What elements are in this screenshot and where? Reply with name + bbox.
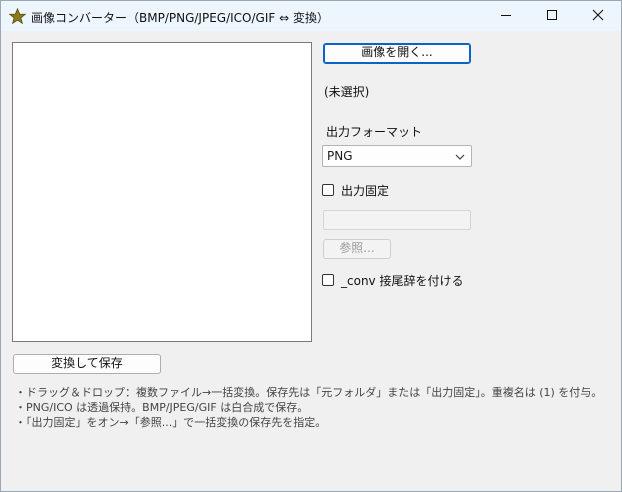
help-note: ・PNG/ICO は透過保持。BMP/JPEG/GIF は白合成で保存。 xyxy=(15,401,309,414)
title-bar[interactable]: 画像コンバーター（BMP/PNG/JPEG/ICO/GIF ⇔ 変換） xyxy=(1,1,621,31)
fixed-output-checkbox[interactable] xyxy=(322,184,334,196)
conv-suffix-option[interactable]: _conv 接尾辞を付ける xyxy=(322,272,463,288)
minimize-button[interactable] xyxy=(483,1,529,31)
help-note: ・「出力固定」をオン→「参照...」で一括変換の保存先を指定。 xyxy=(15,416,327,429)
conv-suffix-checkbox[interactable] xyxy=(322,274,334,286)
conv-suffix-label: _conv 接尾辞を付ける xyxy=(341,273,464,288)
app-window: 画像コンバーター（BMP/PNG/JPEG/ICO/GIF ⇔ 変換） 画像を開… xyxy=(0,0,622,492)
output-format-value: PNG xyxy=(327,149,353,163)
help-notes: ・ドラッグ＆ドロップ：複数ファイル→一括変換。保存先は「元フォルダ」または「出力… xyxy=(15,385,602,430)
open-image-button[interactable]: 画像を開く... xyxy=(323,43,471,64)
star-icon xyxy=(8,7,27,25)
browse-button[interactable]: 参照... xyxy=(323,239,391,259)
close-icon xyxy=(592,9,604,24)
maximize-icon xyxy=(546,9,558,24)
output-folder-field[interactable] xyxy=(323,210,471,230)
minimize-icon xyxy=(500,9,512,24)
help-note: ・ドラッグ＆ドロップ：複数ファイル→一括変換。保存先は「元フォルダ」または「出力… xyxy=(15,386,603,399)
output-format-label: 出力フォーマット xyxy=(326,125,423,139)
window-title: 画像コンバーター（BMP/PNG/JPEG/ICO/GIF ⇔ 変換） xyxy=(31,11,329,25)
output-format-select[interactable]: PNG xyxy=(322,145,472,167)
maximize-button[interactable] xyxy=(529,1,575,31)
fixed-output-option[interactable]: 出力固定 xyxy=(322,182,389,198)
convert-and-save-button[interactable]: 変換して保存 xyxy=(13,354,161,374)
fixed-output-label: 出力固定 xyxy=(341,183,390,198)
close-button[interactable] xyxy=(575,1,621,31)
selected-file-label: (未選択) xyxy=(324,85,370,99)
chevron-down-icon xyxy=(455,151,465,161)
image-preview-area[interactable] xyxy=(12,42,312,342)
